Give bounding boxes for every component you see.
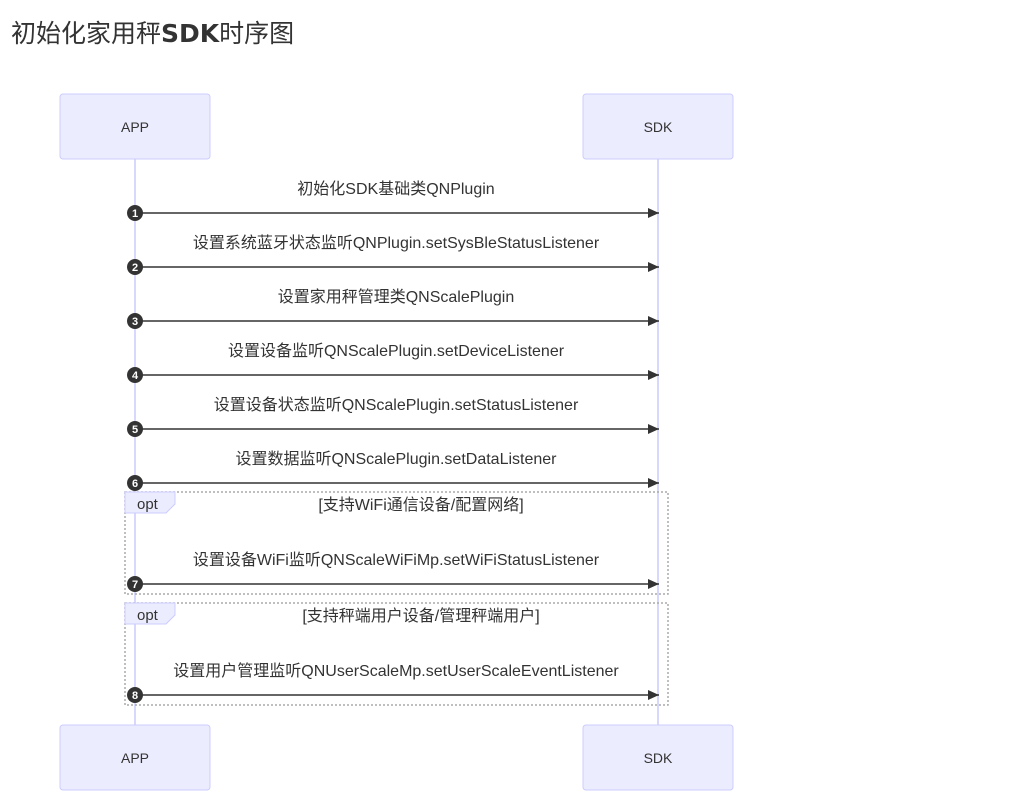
actor-app-bottom[interactable]: APP — [59, 724, 211, 791]
actor-sdk-bottom[interactable]: SDK — [582, 724, 734, 791]
sequence-number-4-label: 4 — [132, 370, 139, 382]
actor-app-bottom-label: APP — [121, 750, 149, 766]
actor-app-top[interactable]: APP — [59, 93, 211, 160]
message-3-label: 设置家用秤管理类QNScalePlugin — [278, 288, 515, 306]
message-5-label: 设置设备状态监听QNScalePlugin.setStatusListener — [214, 396, 579, 414]
message-1: 初始化SDK基础类QNPlugin 1 — [127, 180, 659, 221]
message-4-label: 设置设备监听QNScalePlugin.setDeviceListener — [228, 342, 565, 360]
sequence-number-3-label: 3 — [132, 316, 138, 328]
message-2-label: 设置系统蓝牙状态监听QNPlugin.setSysBleStatusListen… — [193, 234, 600, 252]
sequence-number-5-label: 5 — [132, 424, 138, 436]
sequence-number-1-label: 1 — [132, 208, 138, 220]
message-4: 设置设备监听QNScalePlugin.setDeviceListener 4 — [127, 342, 659, 383]
actor-sdk-top[interactable]: SDK — [582, 93, 734, 160]
actor-sdk-top-label: SDK — [644, 119, 673, 135]
message-6-label: 设置数据监听QNScalePlugin.setDataListener — [235, 450, 557, 468]
sequence-number-8-label: 8 — [132, 690, 138, 702]
opt-fragment-wifi-kind: opt — [137, 496, 159, 513]
message-7: 设置设备WiFi监听QNScaleWiFiMp.setWiFiStatusLis… — [127, 551, 659, 592]
sequence-number-6-label: 6 — [132, 478, 138, 490]
actor-sdk-bottom-label: SDK — [644, 750, 673, 766]
message-6: 设置数据监听QNScalePlugin.setDataListener 6 — [127, 450, 659, 491]
sequence-number-7-label: 7 — [132, 579, 138, 591]
sequence-diagram: APP SDK opt [支持WiFi通信设备/配置网络] opt [支持秤端用… — [59, 93, 734, 791]
message-2: 设置系统蓝牙状态监听QNPlugin.setSysBleStatusListen… — [127, 234, 659, 275]
message-8-label: 设置用户管理监听QNUserScaleMp.setUserScaleEventL… — [173, 662, 619, 680]
message-5: 设置设备状态监听QNScalePlugin.setStatusListener … — [127, 396, 659, 437]
message-3: 设置家用秤管理类QNScalePlugin 3 — [127, 288, 659, 329]
opt-fragment-user-kind: opt — [137, 607, 159, 624]
opt-fragment-wifi: opt [支持WiFi通信设备/配置网络] — [124, 491, 669, 595]
opt-fragment-user: opt [支持秤端用户设备/管理秤端用户] — [124, 602, 669, 706]
sequence-number-2-label: 2 — [132, 262, 138, 274]
message-7-label: 设置设备WiFi监听QNScaleWiFiMp.setWiFiStatusLis… — [193, 551, 600, 569]
opt-fragment-wifi-condition: [支持WiFi通信设备/配置网络] — [318, 495, 523, 514]
message-1-label: 初始化SDK基础类QNPlugin — [297, 180, 494, 198]
actor-app-top-label: APP — [121, 119, 149, 135]
message-8: 设置用户管理监听QNUserScaleMp.setUserScaleEventL… — [127, 662, 659, 703]
opt-fragment-user-condition: [支持秤端用户设备/管理秤端用户] — [302, 607, 539, 625]
